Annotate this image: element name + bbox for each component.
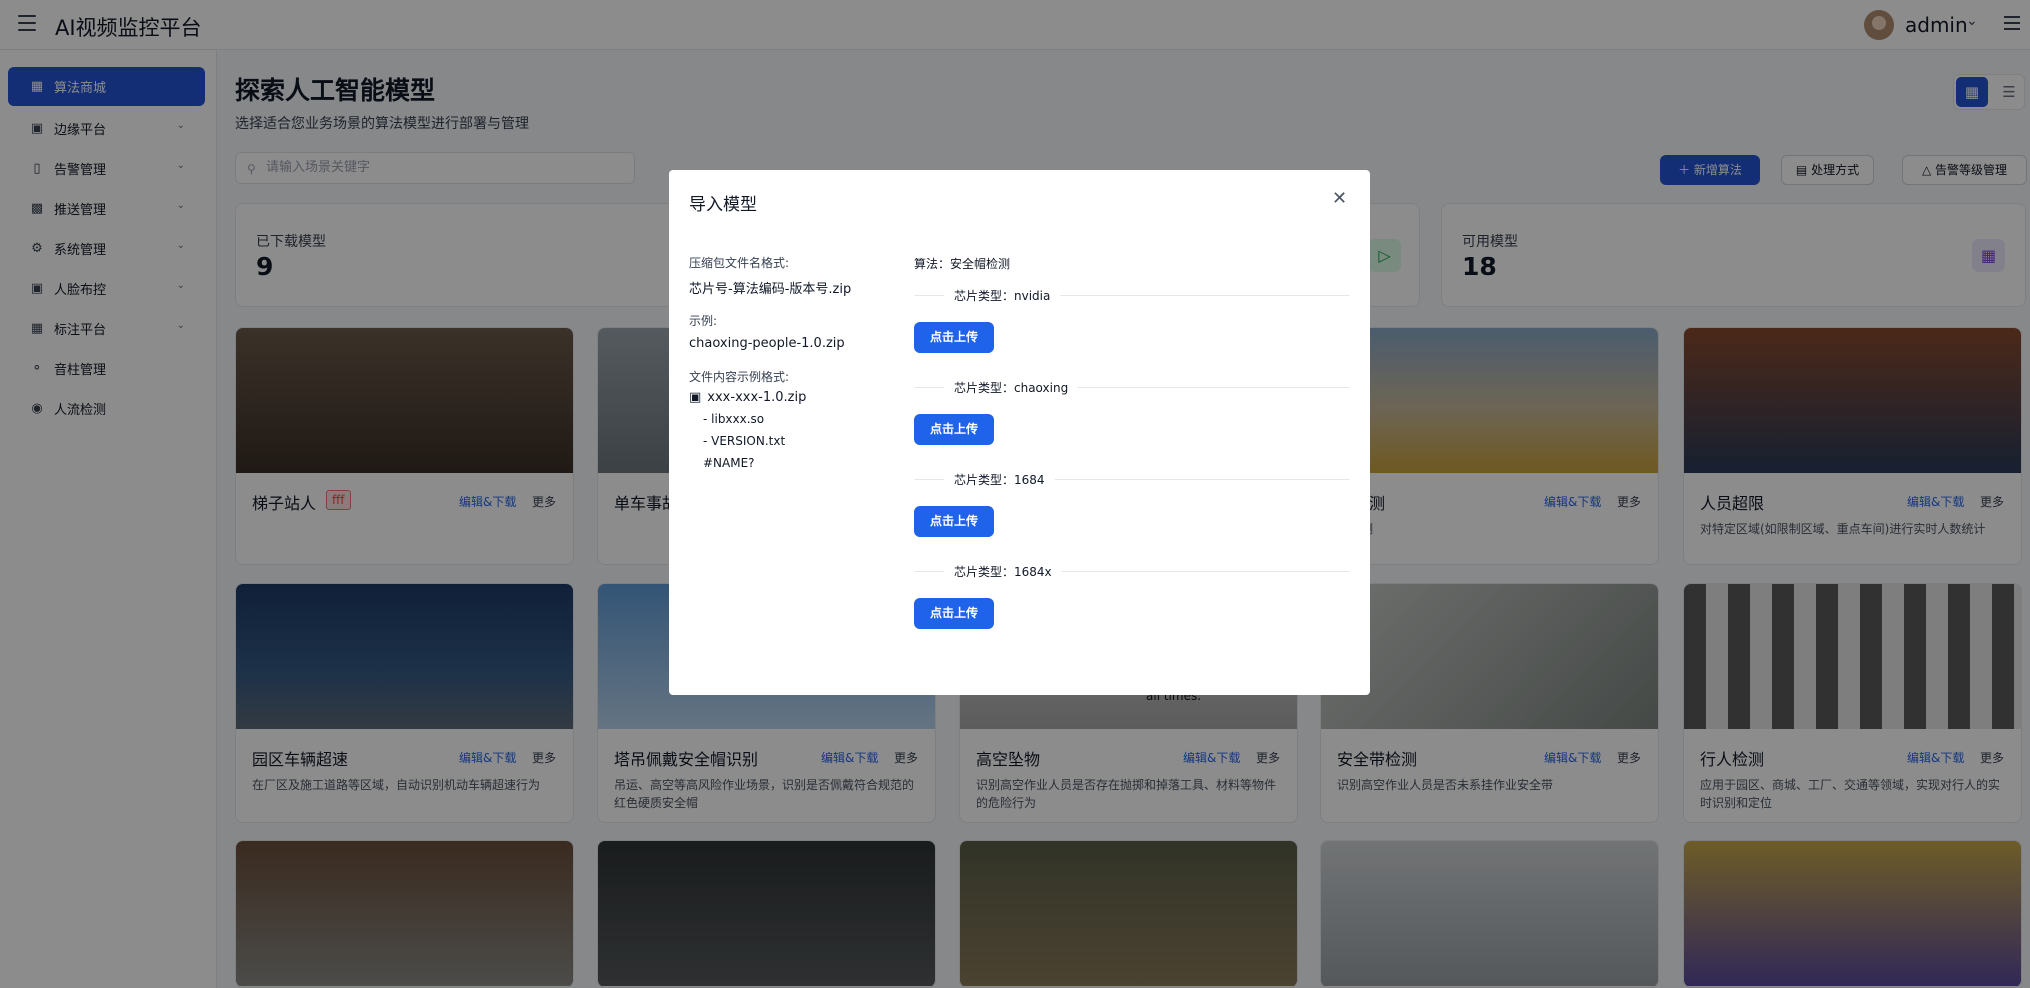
content-line: - libxxx.so — [703, 412, 765, 426]
import-model-dialog: 导入模型 ✕ 压缩包文件名格式: 芯片号-算法编码-版本号.zip 示例: ch… — [669, 170, 1370, 695]
format-label: 压缩包文件名格式: — [689, 256, 790, 270]
content-line-text: xxx-xxx-1.0.zip — [707, 390, 807, 405]
upload-button-chaoxing[interactable]: 点击上传 — [914, 414, 994, 445]
content-line: - VERSION.txt — [703, 434, 786, 448]
upload-button-nvidia[interactable]: 点击上传 — [914, 322, 994, 353]
chip-type-label: 芯片类型：1684 — [944, 471, 1055, 488]
algorithm-name: 算法：安全帽检测 — [914, 257, 1011, 271]
chip-type-label: 芯片类型：1684x — [944, 563, 1062, 580]
dialog-title: 导入模型 — [689, 195, 757, 215]
upload-button-1684x[interactable]: 点击上传 — [914, 598, 994, 629]
content-line: #NAME? — [703, 456, 755, 470]
chip-type-label: 芯片类型：nvidia — [944, 287, 1061, 304]
close-icon[interactable]: ✕ — [1332, 188, 1347, 209]
upload-button-1684[interactable]: 点击上传 — [914, 506, 994, 537]
content-line: ▣ xxx-xxx-1.0.zip — [689, 390, 806, 405]
format-value: 芯片号-算法编码-版本号.zip — [689, 282, 852, 297]
example-label: 示例: — [689, 314, 718, 328]
chip-type-label: 芯片类型：chaoxing — [944, 379, 1079, 396]
content-label: 文件内容示例格式: — [689, 370, 790, 384]
example-value: chaoxing-people-1.0.zip — [689, 336, 845, 351]
package-icon: ▣ — [689, 390, 702, 405]
